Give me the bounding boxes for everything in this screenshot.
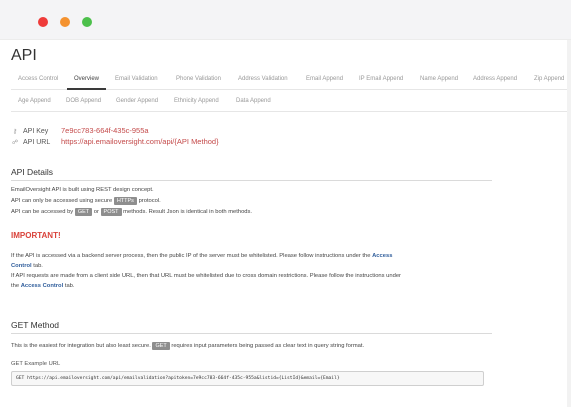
- maximize-window-button[interactable]: [82, 17, 92, 27]
- tab-row-1: Access Control Overview Email Validation…: [11, 68, 571, 90]
- important-para-2-line-2: the Access Control tab.: [11, 281, 75, 292]
- get-method-desc-post: requires input parameters being passed a…: [171, 343, 365, 349]
- browser-window: API Access Control Overview Email Valida…: [0, 0, 571, 407]
- details-line-3-post: methods. Result Json is identical in bot…: [123, 209, 253, 215]
- tab-ip-email-append[interactable]: IP Email Append: [352, 68, 410, 90]
- tab-overview[interactable]: Overview: [67, 68, 107, 90]
- get-badge: GET: [74, 208, 93, 216]
- important-para-1-post: tab.: [33, 263, 43, 269]
- tab-address-validation[interactable]: Address Validation: [231, 68, 295, 90]
- important-para-1-text: If the API is accessed via a backend ser…: [11, 253, 371, 259]
- tab-age-append[interactable]: Age Append: [11, 90, 58, 112]
- get-example-url-box[interactable]: GET https://api.emailoversight.com/api/e…: [11, 371, 484, 386]
- api-url-row: ☍ API URL https://api.emailoversight.com/a…: [11, 137, 219, 146]
- page-content: API Access Control Overview Email Valida…: [0, 40, 571, 407]
- tab-email-append[interactable]: Email Append: [299, 68, 350, 90]
- api-key-label: API Key: [23, 128, 49, 135]
- window-titlebar: [0, 0, 571, 40]
- api-url-value: https://api.emailoversight.com/api/{API …: [61, 137, 219, 146]
- details-line-3-text: API can be accessed by: [11, 209, 74, 215]
- details-line-3-mid: or: [93, 209, 99, 215]
- access-control-link-2[interactable]: Access Control: [21, 283, 64, 289]
- access-control-link-1b[interactable]: Control: [11, 263, 32, 269]
- details-line-2: API can only be accessed using secure HT…: [11, 196, 161, 207]
- important-para-2-post: tab.: [64, 283, 75, 289]
- get-badge: GET: [152, 342, 170, 350]
- tab-access-control[interactable]: Access Control: [11, 68, 65, 90]
- details-line-3: API can be accessed by GET or POST metho…: [11, 207, 252, 218]
- tab-email-validation[interactable]: Email Validation: [108, 68, 165, 90]
- tab-ethnicity-append[interactable]: Ethnicity Append: [167, 90, 226, 112]
- close-window-button[interactable]: [38, 17, 48, 27]
- get-method-description: This is the easiest for integration but …: [11, 341, 364, 352]
- tab-data-append[interactable]: Data Append: [229, 90, 278, 112]
- api-details-heading: API Details: [11, 167, 54, 177]
- get-method-heading: GET Method: [11, 320, 60, 330]
- tab-phone-validation[interactable]: Phone Validation: [169, 68, 228, 90]
- page-title: API: [11, 47, 37, 64]
- tab-address-append[interactable]: Address Append: [466, 68, 524, 90]
- access-control-link-1[interactable]: Access: [372, 253, 392, 259]
- key-icon: ⚷: [12, 129, 18, 135]
- important-para-1-line-1: If the API is accessed via a backend ser…: [11, 251, 392, 262]
- vertical-scrollbar[interactable]: [567, 40, 571, 407]
- api-key-value: 7e9cc783-664f-435c-955a: [61, 126, 149, 135]
- divider: [11, 333, 492, 334]
- tab-gender-append[interactable]: Gender Append: [109, 90, 165, 112]
- get-method-desc-text: This is the easiest for integration but …: [11, 343, 151, 349]
- important-para-2-mid: the: [11, 283, 20, 289]
- details-line-1: EmailOversight API is built using REST d…: [11, 187, 154, 193]
- important-heading: IMPORTANT!: [11, 231, 61, 240]
- details-line-2-post: protocol.: [138, 198, 161, 204]
- details-line-2-text: API can only be accessed using secure: [11, 198, 113, 204]
- link-icon: ☍: [11, 140, 19, 146]
- get-example-label: GET Example URL: [11, 361, 61, 367]
- https-badge: HTTPs: [113, 197, 137, 205]
- tab-dob-append[interactable]: DOB Append: [59, 90, 108, 112]
- divider: [11, 180, 492, 181]
- api-url-label: API URL: [23, 139, 51, 146]
- tab-zip-append[interactable]: Zip Append: [527, 68, 571, 90]
- post-badge: POST: [100, 208, 122, 216]
- tab-row-2: Age Append DOB Append Gender Append Ethn…: [11, 90, 571, 112]
- api-key-row: ⚷ API Key 7e9cc783-664f-435c-955a: [11, 126, 149, 135]
- minimize-window-button[interactable]: [60, 17, 70, 27]
- tab-name-append[interactable]: Name Append: [413, 68, 465, 90]
